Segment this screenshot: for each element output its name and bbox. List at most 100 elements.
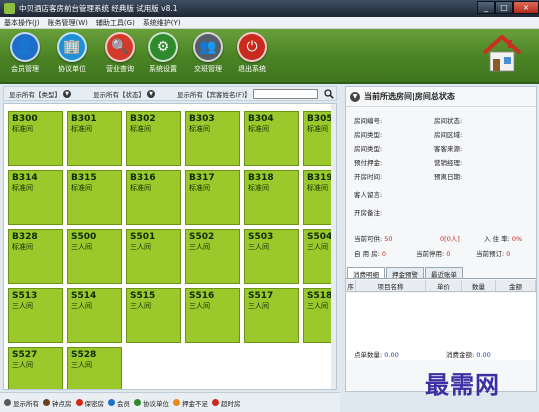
room-number: S504	[307, 232, 333, 242]
shift-icon: 👥	[193, 32, 223, 62]
type-filter[interactable]: 显示所有【类型】 ▼	[9, 89, 71, 99]
legend-all[interactable]: 显示所有	[4, 398, 39, 408]
room-type: 三人间	[71, 361, 92, 369]
room-type: 标准间	[307, 125, 328, 133]
room-tile[interactable]: S501 三人间	[126, 229, 181, 284]
room-tile[interactable]: B301 标准间	[67, 111, 122, 166]
chevron-down-icon[interactable]: ▼	[63, 89, 71, 98]
house-logo-icon	[482, 35, 522, 72]
stat-available-value: 50	[384, 235, 393, 243]
legend-deposit-low[interactable]: 押金不足	[173, 398, 208, 408]
room-tile[interactable]: B315 标准间	[67, 170, 122, 225]
stat-stopped-label: 当前停用:	[416, 250, 445, 258]
room-tile[interactable]: S517 三人间	[244, 288, 299, 343]
room-number: B316	[130, 173, 156, 183]
consumption-total: 消费金额: 0.00	[446, 349, 491, 359]
room-tile[interactable]: B303 标准间	[185, 111, 240, 166]
room-type: 三人间	[71, 243, 92, 251]
column-item-name: 项目名称	[356, 280, 426, 291]
maximize-button[interactable]: □	[495, 1, 513, 14]
room-tile[interactable]: B314 标准间	[8, 170, 63, 225]
room-tile[interactable]: S502 三人间	[185, 229, 240, 284]
app-icon	[4, 3, 15, 14]
room-type: 标准间	[12, 184, 33, 192]
consumption-total-label: 消费金额:	[446, 351, 475, 359]
column-quantity: 数量	[462, 280, 496, 291]
column-unit-price: 单价	[426, 280, 462, 291]
room-tile[interactable]: B319 标准间	[303, 170, 333, 225]
room-tile[interactable]: S518 三人间	[303, 288, 333, 343]
room-tile[interactable]: B302 标准间	[126, 111, 181, 166]
room-number: S517	[248, 291, 274, 301]
menu-maintenance[interactable]: 系统维护(Y)	[139, 18, 185, 28]
legend-hourly[interactable]: 钟点房	[43, 398, 72, 408]
chevron-down-icon[interactable]: ▼	[147, 89, 155, 98]
stat-self-use: 自 用 房: 0	[354, 248, 386, 258]
system-settings-label: 系统设置	[149, 65, 177, 73]
system-settings-button[interactable]: ⚙ 系统设置	[141, 32, 185, 74]
room-type: 标准间	[71, 125, 92, 133]
room-tile[interactable]: S500 三人间	[67, 229, 122, 284]
legend-secret[interactable]: 保密房	[75, 398, 104, 408]
room-number: B317	[189, 173, 215, 183]
business-query-button[interactable]: 🔍 营业查询	[98, 32, 142, 74]
agreement-unit-button[interactable]: 🏢 协议单位	[50, 32, 94, 74]
room-tile[interactable]: S527 三人间	[8, 347, 63, 389]
collapse-icon[interactable]: ▼	[350, 91, 360, 102]
type-filter-label: 显示所有【类型】	[9, 90, 61, 99]
room-tile[interactable]: B328 标准间	[8, 229, 63, 284]
overtime-icon	[212, 399, 219, 406]
room-tile[interactable]: B305 标准间	[303, 111, 333, 166]
stat-reserved: 当前预订: 0	[476, 248, 510, 258]
room-tile[interactable]: B316 标准间	[126, 170, 181, 225]
minimize-button[interactable]: _	[477, 1, 495, 14]
room-grid-scrollbar[interactable]	[331, 104, 336, 389]
guest-search: 显示所有【宾客姓名(F)】	[177, 88, 318, 99]
status-filter[interactable]: 显示所有【状态】 ▼	[93, 89, 155, 99]
stat-available: 当前可供: 50	[354, 233, 393, 243]
menu-tools[interactable]: 辅助工具(G)	[92, 18, 139, 28]
member-button[interactable]: 👤 会员管理	[3, 32, 47, 74]
room-tile[interactable]: B300 标准间	[8, 111, 63, 166]
room-number: B301	[71, 114, 97, 124]
room-tile[interactable]: S503 三人间	[244, 229, 299, 284]
field-room-number: 房间编号:	[354, 117, 383, 125]
room-tile[interactable]: S514 三人间	[67, 288, 122, 343]
legend-member[interactable]: 会员	[108, 398, 130, 408]
legend-agreement[interactable]: 协议单位	[134, 398, 169, 408]
shift-management-button[interactable]: 👥 交班管理	[186, 32, 230, 74]
room-tile[interactable]: S515 三人间	[126, 288, 181, 343]
tab-consumption[interactable]: 消费明细	[347, 267, 385, 279]
room-tile[interactable]: S516 三人间	[185, 288, 240, 343]
room-type: 标准间	[248, 184, 269, 192]
room-tile[interactable]: B317 标准间	[185, 170, 240, 225]
room-tile[interactable]: S528 三人间	[67, 347, 122, 389]
room-type: 三人间	[248, 243, 269, 251]
room-tile[interactable]: B318 标准间	[244, 170, 299, 225]
room-number: S515	[130, 291, 156, 301]
stat-checkin-label: 入 住 率:	[484, 235, 510, 243]
room-type: 三人间	[248, 302, 269, 310]
room-number: S528	[71, 350, 97, 360]
room-number: B319	[307, 173, 333, 183]
search-icon[interactable]	[324, 88, 334, 99]
close-button[interactable]: ×	[513, 1, 539, 14]
exit-system-button[interactable]: ⏻ 退出系统	[230, 32, 274, 74]
stat-reserved-value: 0	[506, 250, 511, 258]
room-tile[interactable]: S504 三人间	[303, 229, 333, 284]
room-tile[interactable]: B304 标准间	[244, 111, 299, 166]
menu-basic-ops[interactable]: 基本操作(J)	[0, 18, 44, 28]
tab-deposit-warning[interactable]: 押金预警	[386, 267, 424, 279]
legend-overtime[interactable]: 超时房	[212, 398, 241, 408]
legend-bar: 显示所有 钟点房 保密房 会员 协议单位 押金不足 超时房	[0, 392, 340, 412]
panel-title: 当前所选房间|房间总状态	[364, 92, 455, 101]
room-tile[interactable]: S513 三人间	[8, 288, 63, 343]
room-type: 三人间	[12, 302, 33, 310]
exit-label: 退出系统	[238, 65, 266, 73]
order-count: 点单数量: 0.00	[354, 349, 399, 359]
menu-accounts[interactable]: 账务管理(W)	[44, 18, 92, 28]
tab-recent-bills[interactable]: 最近账单	[425, 267, 463, 279]
room-number: B318	[248, 173, 274, 183]
search-input[interactable]	[252, 88, 318, 99]
business-query-label: 营业查询	[106, 65, 134, 73]
